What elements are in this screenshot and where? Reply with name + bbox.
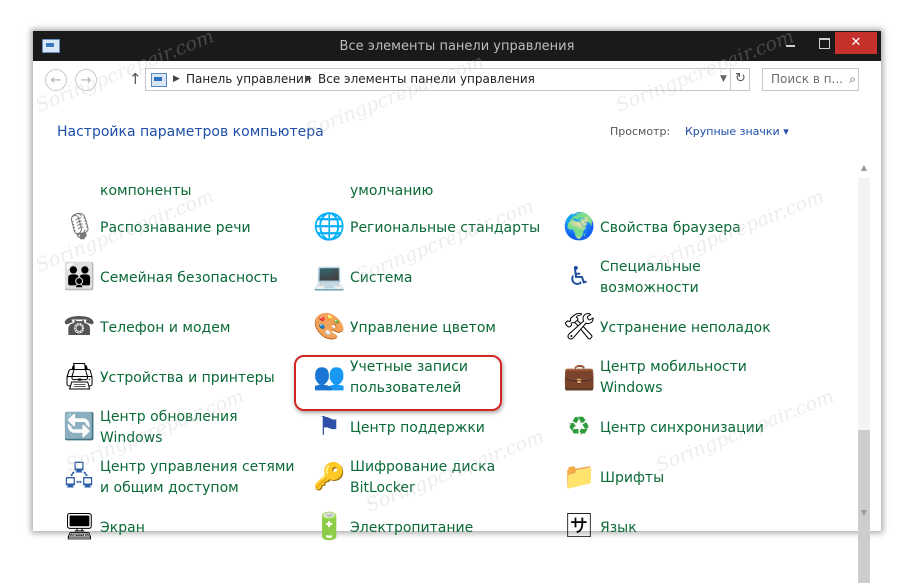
address-toolbar: ← → ↑ ▶ Панель управления ▶ Все элементы… xyxy=(33,61,881,97)
list-item-language[interactable]: 🈂 Язык xyxy=(563,507,803,551)
display-icon: 🖥 xyxy=(63,512,97,542)
item-label: Семейная безопасность xyxy=(100,270,278,286)
windows-update-icon: 🔄 xyxy=(63,412,96,442)
network-center-icon: 🖧 xyxy=(64,462,94,492)
item-label: Распознавание речи xyxy=(100,220,251,236)
list-item-programs-cut[interactable]: компоненты xyxy=(63,187,303,201)
item-label: Центр поддержки xyxy=(350,420,485,436)
list-item-speech-recognition[interactable]: 🎙 Распознавание речи xyxy=(63,207,303,251)
item-label: компоненты xyxy=(100,187,192,199)
list-item-windows-update[interactable]: 🔄 Центр обновления Windows xyxy=(63,407,303,451)
item-label: Центр синхронизации xyxy=(600,420,764,436)
view-by-dropdown[interactable]: Крупные значки xyxy=(685,125,789,138)
chevron-down-icon[interactable]: ▼ xyxy=(720,69,727,90)
bitlocker-key-icon: 🔑 xyxy=(313,462,346,492)
page-title: Настройка параметров компьютера xyxy=(57,124,324,140)
control-panel-location-icon xyxy=(151,73,167,87)
phone-modem-icon: ☎ xyxy=(63,312,96,342)
arrow-up-icon: ↑ xyxy=(129,70,142,88)
list-item-display[interactable]: 🖥 Экран xyxy=(63,507,303,551)
item-label: Шрифты xyxy=(600,470,665,486)
arrow-right-icon: → xyxy=(80,73,92,88)
troubleshooting-icon: 🛠 xyxy=(563,312,597,342)
control-panel-window: Все элементы панели управления ✕ ← → ↑ ▶… xyxy=(33,31,881,583)
item-label: Экран xyxy=(100,520,145,536)
breadcrumb-separator-icon[interactable]: ▶ xyxy=(173,69,180,90)
item-label: Управление цветом xyxy=(350,320,496,336)
microphone-icon: 🎙 xyxy=(63,212,97,242)
arrow-left-icon: ← xyxy=(50,73,62,88)
breadcrumb-separator-icon[interactable]: ▶ xyxy=(305,69,312,90)
item-label: Свойства браузера xyxy=(600,220,741,236)
list-item-devices-printers[interactable]: 🖨 Устройства и принтеры xyxy=(63,357,303,401)
list-item-region[interactable]: 🌐 Региональные стандарты xyxy=(313,207,553,251)
list-item-system[interactable]: 💻 Система xyxy=(313,257,553,301)
back-button[interactable]: ← xyxy=(45,69,67,91)
close-button[interactable]: ✕ xyxy=(835,32,877,54)
region-globe-icon: 🌐 xyxy=(313,212,346,242)
list-item-bitlocker[interactable]: 🔑 Шифрование диска BitLocker xyxy=(313,457,553,501)
address-bar[interactable]: ▶ Панель управления ▶ Все элементы панел… xyxy=(145,68,750,91)
content-area: Настройка параметров компьютера Просмотр… xyxy=(33,97,881,583)
list-item-family-safety[interactable]: 👪 Семейная безопасность xyxy=(63,257,303,301)
item-label: Устранение неполадок xyxy=(600,320,771,336)
list-item-color-management[interactable]: 🎨 Управление цветом xyxy=(313,307,553,351)
breadcrumb-control-panel[interactable]: Панель управления xyxy=(186,69,311,90)
item-label: Язык xyxy=(600,520,637,536)
forward-button[interactable]: → xyxy=(75,69,97,91)
item-label: Центр управления сетями и общим доступом xyxy=(100,459,295,496)
printer-icon: 🖨 xyxy=(63,362,97,392)
list-item-network-center[interactable]: 🖧 Центр управления сетями и общим доступо… xyxy=(63,457,303,501)
item-label: Центр обновления Windows xyxy=(100,409,238,446)
item-label: Система xyxy=(350,270,413,286)
item-label: Электропитание xyxy=(350,520,474,536)
maximize-icon xyxy=(818,37,830,49)
color-management-icon: 🎨 xyxy=(313,312,346,342)
power-battery-icon: 🔋 xyxy=(313,512,346,542)
item-label: Телефон и модем xyxy=(100,320,231,336)
accessibility-icon: ♿ xyxy=(567,262,591,292)
list-item-troubleshooting[interactable]: 🛠 Устранение неполадок xyxy=(563,307,803,351)
view-by-label: Просмотр: xyxy=(610,125,671,138)
sync-center-icon: ♻ xyxy=(567,412,591,442)
language-icon: 🈂 xyxy=(565,512,592,542)
search-placeholder: Поиск в п... xyxy=(771,72,843,86)
list-item-action-center[interactable]: ⚑ Центр поддержки xyxy=(313,407,553,451)
family-safety-icon: 👪 xyxy=(63,262,96,292)
up-button[interactable]: ↑ xyxy=(129,70,142,88)
list-item-mobility-center[interactable]: 💼 Центр мобильности Windows xyxy=(563,357,803,401)
list-item-sync-center[interactable]: ♻ Центр синхронизации xyxy=(563,407,803,451)
system-icon: 💻 xyxy=(313,262,346,292)
mobility-center-icon: 💼 xyxy=(563,362,596,392)
user-accounts-highlight-frame xyxy=(294,355,502,411)
refresh-button[interactable]: ↻ xyxy=(730,68,750,91)
fonts-folder-icon: 📁 xyxy=(563,462,596,492)
item-label: Устройства и принтеры xyxy=(100,370,275,386)
item-label: Региональные стандарты xyxy=(350,220,541,236)
refresh-icon: ↻ xyxy=(735,71,746,86)
close-icon: ✕ xyxy=(850,35,862,50)
minimize-icon xyxy=(785,45,795,47)
list-item-power-options[interactable]: 🔋 Электропитание xyxy=(313,507,553,551)
list-item-accessibility[interactable]: ♿ Специальные возможности xyxy=(563,257,803,301)
item-label: умолчанию xyxy=(350,187,434,199)
item-label: Центр мобильности Windows xyxy=(600,359,747,396)
minimize-button[interactable] xyxy=(775,32,805,54)
search-icon: ⌕ xyxy=(849,72,856,86)
vertical-scrollbar[interactable]: ▲ ▼ xyxy=(856,160,872,583)
title-bar[interactable]: Все элементы панели управления ✕ xyxy=(33,31,881,61)
list-item-default-programs-cut[interactable]: умолчанию xyxy=(313,187,553,201)
list-item-phone-modem[interactable]: ☎ Телефон и модем xyxy=(63,307,303,351)
item-label: Специальные возможности xyxy=(600,259,701,296)
internet-options-icon: 🌍 xyxy=(563,212,596,242)
action-center-flag-icon: ⚑ xyxy=(317,412,341,442)
breadcrumb-all-items[interactable]: Все элементы панели управления xyxy=(318,69,535,90)
item-label: Шифрование диска BitLocker xyxy=(350,459,496,496)
scroll-up-icon[interactable]: ▲ xyxy=(856,160,872,176)
search-input[interactable]: Поиск в п... ⌕ xyxy=(762,68,859,91)
list-item-fonts[interactable]: 📁 Шрифты xyxy=(563,457,803,501)
list-item-internet-options[interactable]: 🌍 Свойства браузера xyxy=(563,207,803,251)
scroll-down-icon[interactable]: ▼ xyxy=(856,505,872,521)
window-title: Все элементы панели управления xyxy=(339,39,575,54)
